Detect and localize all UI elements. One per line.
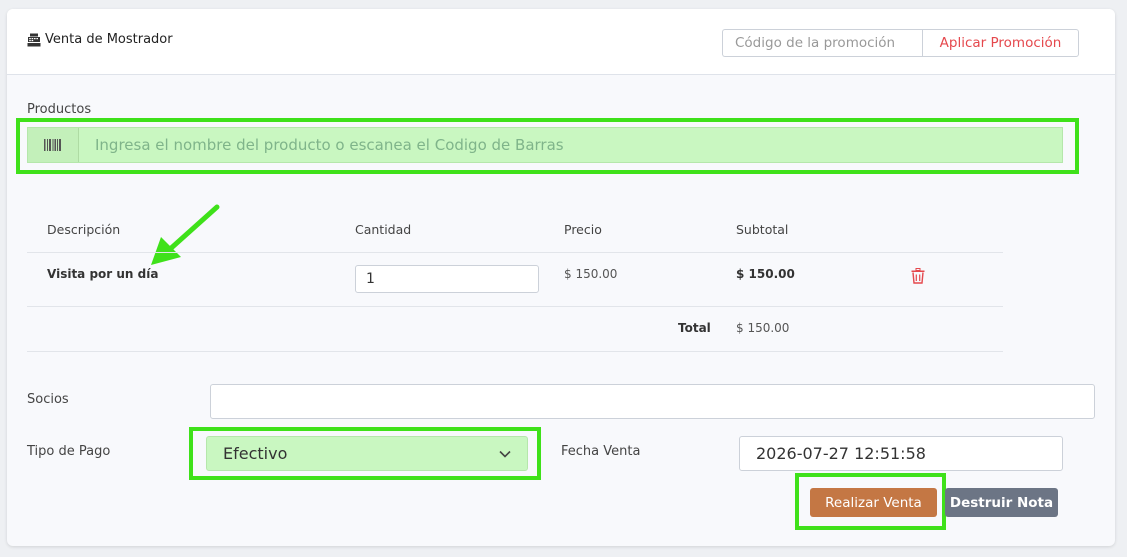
table-divider <box>27 351 1003 352</box>
row-price: $ 150.00 <box>564 267 618 281</box>
sale-card: Venta de Mostrador Aplicar Promoción Pro… <box>7 9 1115 546</box>
card-header: Venta de Mostrador Aplicar Promoción <box>7 9 1115 75</box>
total-value: $ 150.00 <box>736 321 790 335</box>
payment-type-value: Efectivo <box>223 444 288 463</box>
page-title: Venta de Mostrador <box>27 32 173 47</box>
barcode-glyph <box>44 139 61 151</box>
sale-date-label: Fecha Venta <box>561 444 641 459</box>
sale-date-input[interactable] <box>739 436 1063 471</box>
payment-type-label: Tipo de Pago <box>27 444 111 459</box>
payment-type-select[interactable]: Efectivo <box>206 436 528 471</box>
apply-promo-button[interactable]: Aplicar Promoción <box>922 29 1079 57</box>
socios-label: Socios <box>27 392 69 407</box>
promo-code-input[interactable] <box>722 29 922 57</box>
row-subtotal: $ 150.00 <box>736 267 795 281</box>
column-header-description: Descripción <box>47 222 121 237</box>
complete-sale-button[interactable]: Realizar Venta <box>810 488 937 517</box>
row-description: Visita por un día <box>47 267 159 281</box>
column-header-subtotal: Subtotal <box>736 222 789 237</box>
table-divider <box>27 252 1003 253</box>
table-divider <box>27 306 1003 307</box>
column-header-quantity: Cantidad <box>355 222 412 237</box>
column-header-price: Precio <box>564 222 602 237</box>
products-label: Productos <box>27 102 92 117</box>
product-search-group <box>27 127 1063 163</box>
delete-icon[interactable] <box>911 268 925 284</box>
destroy-note-button[interactable]: Destruir Nota <box>945 488 1058 517</box>
annotation-arrow-icon <box>151 204 220 265</box>
product-search-input[interactable] <box>79 128 1062 162</box>
page-title-text: Venta de Mostrador <box>45 32 173 47</box>
total-label: Total <box>678 321 711 335</box>
barcode-icon[interactable] <box>28 128 79 162</box>
chevron-down-icon <box>499 450 511 458</box>
quantity-input[interactable] <box>355 265 539 293</box>
cash-register-icon <box>27 33 41 46</box>
socios-input[interactable] <box>210 384 1095 419</box>
